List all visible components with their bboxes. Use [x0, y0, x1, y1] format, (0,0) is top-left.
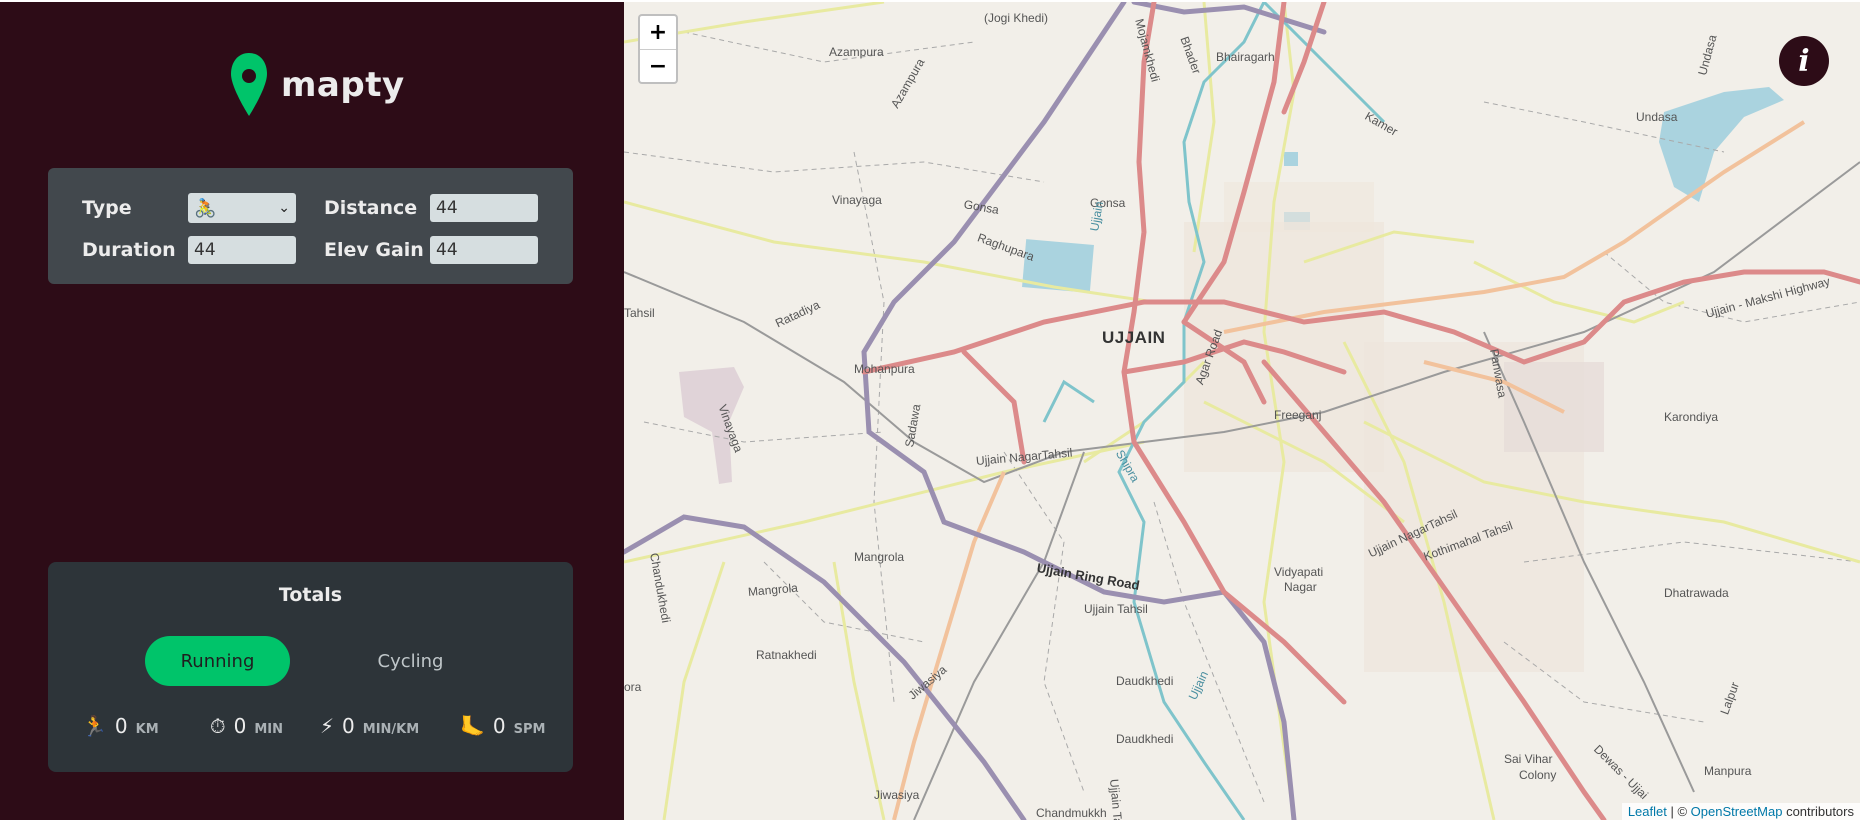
leaflet-link[interactable]: Leaflet	[1628, 804, 1667, 819]
map-label-freeganj: Freeganj	[1274, 408, 1322, 422]
stat-pace: ⚡ 0 MIN/KM	[320, 714, 419, 738]
map-label-vidyapati: Vidyapati	[1274, 565, 1324, 579]
foot-icon: 🦶	[460, 714, 485, 738]
map-label-jiwasiya: Jiwasiya	[874, 788, 920, 802]
duration-input[interactable]: 44	[188, 236, 296, 264]
distance-label: Distance	[324, 197, 418, 219]
map-label-chandmukh: Chandmukkh	[1036, 806, 1107, 820]
form-row-1: Type 🚴 ⌄ Distance 44	[82, 192, 538, 224]
map-label-sai-vihar: Sai Vihar	[1504, 752, 1553, 766]
stat-duration: ⏱ 0 MIN	[210, 714, 283, 738]
totals-stats: 🏃 0 KM ⏱ 0 MIN ⚡ 0 MIN/KM 🦶 0 SPM	[82, 714, 549, 744]
form-row-2: Duration 44 Elev Gain 44	[82, 234, 538, 266]
info-button[interactable]: i	[1779, 36, 1829, 86]
map-label-colony: Colony	[1519, 768, 1557, 782]
type-select[interactable]: 🚴 ⌄	[188, 193, 296, 223]
map-label-dhatrawada: Dhatrawada	[1664, 586, 1729, 600]
elev-gain-input[interactable]: 44	[430, 236, 538, 264]
osm-link[interactable]: OpenStreetMap	[1691, 804, 1783, 819]
stat-duration-unit: MIN	[254, 722, 283, 737]
tab-running[interactable]: Running	[145, 636, 290, 686]
map-label-tahsil: Tahsil	[624, 306, 655, 320]
stat-pace-value: 0	[342, 714, 355, 738]
stat-distance: 🏃 0 KM	[82, 714, 159, 738]
zoom-in-button[interactable]: +	[640, 16, 676, 49]
sidebar: mapty Type 🚴 ⌄ Distance 44 Duration 44 E…	[0, 2, 624, 820]
logo: mapty	[229, 52, 405, 118]
type-select-value: 🚴	[194, 197, 217, 219]
map-label-vinayaga: Vinayaga	[832, 193, 882, 207]
stat-distance-unit: KM	[135, 722, 159, 737]
map-label-jogi-khedi: (Jogi Khedi)	[984, 11, 1049, 25]
map-label-ratnakhedi: Ratnakhedi	[756, 648, 817, 662]
map-label-daudkhedi-2: Daudkhedi	[1116, 732, 1174, 746]
stat-duration-value: 0	[233, 714, 247, 738]
stat-cadence: 🦶 0 SPM	[460, 714, 545, 738]
type-label: Type	[82, 197, 132, 219]
map-label-daudkhedi: Daudkhedi	[1116, 674, 1174, 688]
attribution-separator: | ©	[1666, 804, 1691, 819]
map-label-karondiya: Karondiya	[1664, 410, 1719, 424]
totals-panel: Totals Running Cycling 🏃 0 KM ⏱ 0 MIN ⚡ …	[48, 562, 573, 772]
map-attribution: Leaflet | © OpenStreetMap contributors	[1621, 803, 1860, 820]
stopwatch-icon: ⏱	[210, 714, 226, 738]
distance-input[interactable]: 44	[430, 194, 538, 222]
app-root: mapty Type 🚴 ⌄ Distance 44 Duration 44 E…	[0, 2, 1860, 820]
map-label-azampura: Azampura	[829, 45, 884, 59]
elev-gain-label: Elev Gain	[324, 239, 424, 261]
map-label-ora: ora	[624, 680, 642, 694]
tab-cycling[interactable]: Cycling	[338, 636, 483, 686]
map-pin-icon	[231, 53, 267, 116]
zoom-out-button[interactable]: −	[640, 49, 676, 83]
runner-icon: 🏃	[82, 714, 107, 738]
duration-label: Duration	[82, 239, 176, 261]
stat-pace-unit: MIN/KM	[362, 722, 420, 737]
map-label-manpura: Manpura	[1704, 764, 1752, 778]
map-label-undasa: Undasa	[1636, 110, 1678, 124]
chevron-down-icon: ⌄	[278, 200, 290, 216]
attribution-suffix: contributors	[1782, 804, 1854, 819]
stat-cadence-unit: SPM	[513, 722, 546, 737]
map-label-bhairagarh: Bhairagarh	[1216, 50, 1275, 64]
map-label-city: UJJAIN	[1102, 328, 1166, 347]
zoom-control: + −	[638, 14, 678, 84]
info-icon: i	[1798, 43, 1810, 79]
stat-distance-value: 0	[114, 714, 128, 738]
app-name: mapty	[281, 65, 405, 105]
map-label-nagar: Nagar	[1284, 580, 1317, 594]
map-label-mangrola: Mangrola	[854, 550, 905, 564]
workout-form: Type 🚴 ⌄ Distance 44 Duration 44 Elev Ga…	[48, 168, 573, 284]
map[interactable]: UJJAIN (Jogi Khedi) Azampura Azampura Bh…	[624, 2, 1860, 820]
stat-cadence-value: 0	[492, 714, 506, 738]
map-label-mohanpura: Mohanpura	[854, 362, 915, 376]
lightning-icon: ⚡	[320, 714, 335, 738]
map-label-ujjain-tahsil: Ujjain Tahsil	[1084, 602, 1148, 616]
totals-title: Totals	[278, 584, 343, 606]
